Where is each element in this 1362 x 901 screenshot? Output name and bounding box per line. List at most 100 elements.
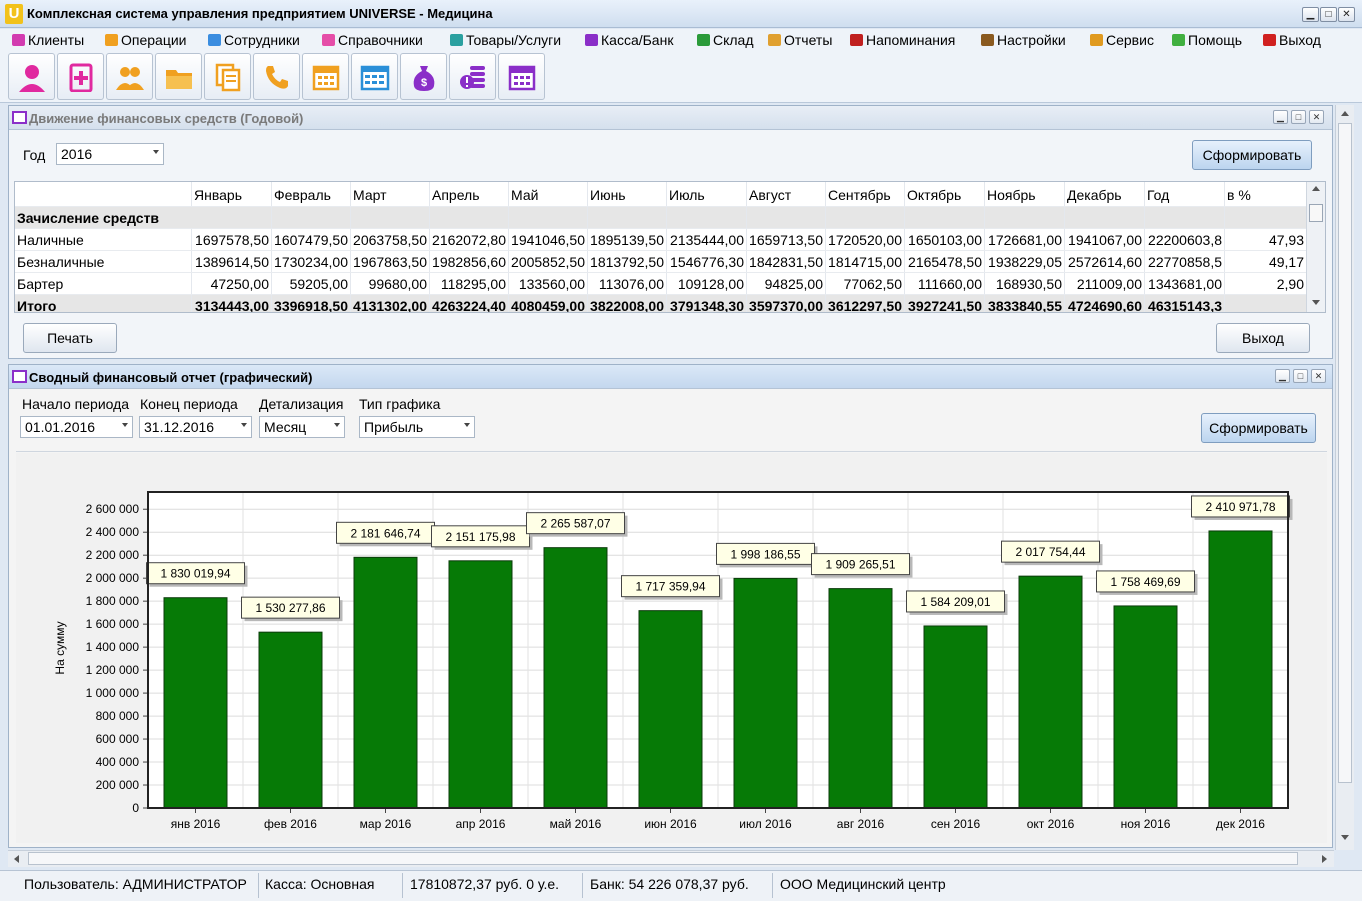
table-total-row[interactable]: Итого 3134443,00 3396918,50 4131302,00 42632… <box>15 294 1307 312</box>
detail-value: Месяц <box>264 419 307 435</box>
menu-item-13[interactable]: Выход <box>1263 32 1321 48</box>
column-header[interactable]: Апрель <box>430 182 509 206</box>
data-label: 1 998 186,55 <box>730 547 800 561</box>
menu-item-3[interactable]: Сотрудники <box>208 32 300 48</box>
maximize-button[interactable]: □ <box>1320 7 1337 22</box>
table-scrollbar[interactable] <box>1306 182 1325 312</box>
column-header[interactable]: Декабрь <box>1065 182 1145 206</box>
money-bag-icon: $ <box>413 66 435 91</box>
column-header[interactable]: Март <box>351 182 430 206</box>
horizontal-scroll-thumb[interactable] <box>28 852 1298 865</box>
table-group-row[interactable]: Зачисление средств <box>15 206 1307 229</box>
menu-item-8[interactable]: Отчеты <box>768 32 832 48</box>
y-axis-label: На сумму <box>53 621 67 674</box>
column-header[interactable]: Июль <box>667 182 747 206</box>
menu-item-10[interactable]: Настройки <box>981 32 1066 48</box>
column-header[interactable]: в % <box>1225 182 1307 206</box>
year-select[interactable]: 2016 <box>56 143 164 165</box>
table-cell: 1967863,50 <box>351 251 430 273</box>
toolbar-button-10[interactable] <box>449 53 496 100</box>
toolbar-button-6[interactable] <box>253 53 300 100</box>
period-end-select[interactable]: 31.12.2016 <box>139 416 252 438</box>
exit-button[interactable]: Выход <box>1216 323 1310 353</box>
column-header[interactable]: Февраль <box>272 182 351 206</box>
data-label: 1 758 469,69 <box>1110 575 1180 589</box>
menu-item-7[interactable]: Склад <box>697 32 754 48</box>
table-cell: 1720520,00 <box>826 229 905 251</box>
staff-group-icon <box>116 67 144 90</box>
data-label: 1 830 019,94 <box>160 567 230 581</box>
year-select-value: 2016 <box>61 146 93 162</box>
report-close-button[interactable]: ✕ <box>1311 369 1326 383</box>
toolbar-button-1[interactable] <box>8 53 55 100</box>
close-button[interactable]: ✕ <box>1338 7 1355 22</box>
main-vertical-scrollbar[interactable] <box>1335 105 1354 850</box>
table-cell: 4131302,00 <box>351 295 430 312</box>
profit-bar-chart: 0 200 000 400 000 600 000 800 000 1 000 000 1 … <box>53 491 1293 831</box>
toolbar-button-2[interactable] <box>57 53 104 100</box>
frame-close-button[interactable]: ✕ <box>1309 110 1324 124</box>
menu-item-11[interactable]: Сервис <box>1090 32 1154 48</box>
menu-item-9[interactable]: Напоминания <box>850 32 955 48</box>
table-cell: 113076,00 <box>588 273 667 295</box>
period-start-select[interactable]: 01.01.2016 <box>20 416 133 438</box>
period-end-label: Конец периода <box>140 396 238 412</box>
status-cash-amount: 17810872,37 руб. 0 у.е. <box>410 876 560 892</box>
column-header[interactable]: Январь <box>192 182 272 206</box>
status-bank: Банк: 54 226 078,37 руб. <box>590 876 749 892</box>
toolbar-button-3[interactable] <box>106 53 153 100</box>
table-cell: 3597370,00 <box>747 295 826 312</box>
menu-item-label: Склад <box>713 32 754 48</box>
table-cell: 1895139,50 <box>588 229 667 251</box>
finance-table: Январь Февраль Март Апрель Май Июнь Июль Август… <box>14 181 1326 313</box>
menu-item-label: Справочники <box>338 32 423 48</box>
toolbar-button-7[interactable] <box>302 53 349 100</box>
generate-finance-button[interactable]: Сформировать <box>1192 140 1312 170</box>
detail-select[interactable]: Месяц <box>259 416 345 438</box>
menu-item-2[interactable]: Операции <box>105 32 187 48</box>
table-cell: 1659713,50 <box>747 229 826 251</box>
table-cell <box>588 207 667 229</box>
column-header[interactable] <box>15 182 192 206</box>
report-maximize-button[interactable]: □ <box>1293 369 1308 383</box>
menu-item-6[interactable]: Касса/Банк <box>585 32 673 48</box>
toolbar-button-9[interactable]: $ <box>400 53 447 100</box>
toolbar-button-8[interactable] <box>351 53 398 100</box>
finance-frame-titlebar: Движение финансовых средств (Годовой) ▁ … <box>9 106 1332 130</box>
toolbar-button-11[interactable] <box>498 53 545 100</box>
menu-item-1[interactable]: Клиенты <box>12 32 84 48</box>
column-header[interactable]: Август <box>747 182 826 206</box>
operations-icon <box>105 34 118 46</box>
main-horizontal-scrollbar[interactable] <box>8 850 1334 867</box>
scroll-thumb[interactable] <box>1309 204 1323 222</box>
column-header[interactable]: Май <box>509 182 588 206</box>
toolbar-button-5[interactable] <box>204 53 251 100</box>
table-cell: 1941046,50 <box>509 229 588 251</box>
column-header[interactable]: Год <box>1145 182 1225 206</box>
minimize-button[interactable]: ▁ <box>1302 7 1319 22</box>
frame-minimize-button[interactable]: ▁ <box>1273 110 1288 124</box>
menu-bar: Клиенты Операции Сотрудники Справочники Това… <box>0 29 1362 51</box>
menu-item-5[interactable]: Товары/Услуги <box>450 32 561 48</box>
documents-icon <box>215 63 241 92</box>
table-row[interactable]: Бартер 47250,00 59205,00 99680,00 118295,00 1… <box>15 272 1307 295</box>
main-scroll-thumb[interactable] <box>1338 123 1352 783</box>
report-minimize-button[interactable]: ▁ <box>1275 369 1290 383</box>
column-header[interactable]: Октябрь <box>905 182 985 206</box>
column-header[interactable]: Июнь <box>588 182 667 206</box>
menu-item-12[interactable]: Помощь <box>1172 32 1242 48</box>
print-button[interactable]: Печать <box>23 323 117 353</box>
data-label: 1 717 359,94 <box>635 580 705 594</box>
frame-maximize-button[interactable]: □ <box>1291 110 1306 124</box>
status-divider <box>402 873 403 898</box>
chart-type-select[interactable]: Прибыль <box>359 416 475 438</box>
y-tick-label: 600 000 <box>96 732 140 746</box>
table-row[interactable]: Наличные 1697578,50 1607479,50 2063758,50 21… <box>15 228 1307 251</box>
column-header[interactable]: Ноябрь <box>985 182 1065 206</box>
x-tick-label: ноя 2016 <box>1121 817 1171 831</box>
generate-report-button[interactable]: Сформировать <box>1201 413 1316 443</box>
column-header[interactable]: Сентябрь <box>826 182 905 206</box>
table-row[interactable]: Безналичные 1389614,50 1730234,00 1967863,5… <box>15 250 1307 273</box>
toolbar-button-4[interactable] <box>155 53 202 100</box>
menu-item-4[interactable]: Справочники <box>322 32 423 48</box>
